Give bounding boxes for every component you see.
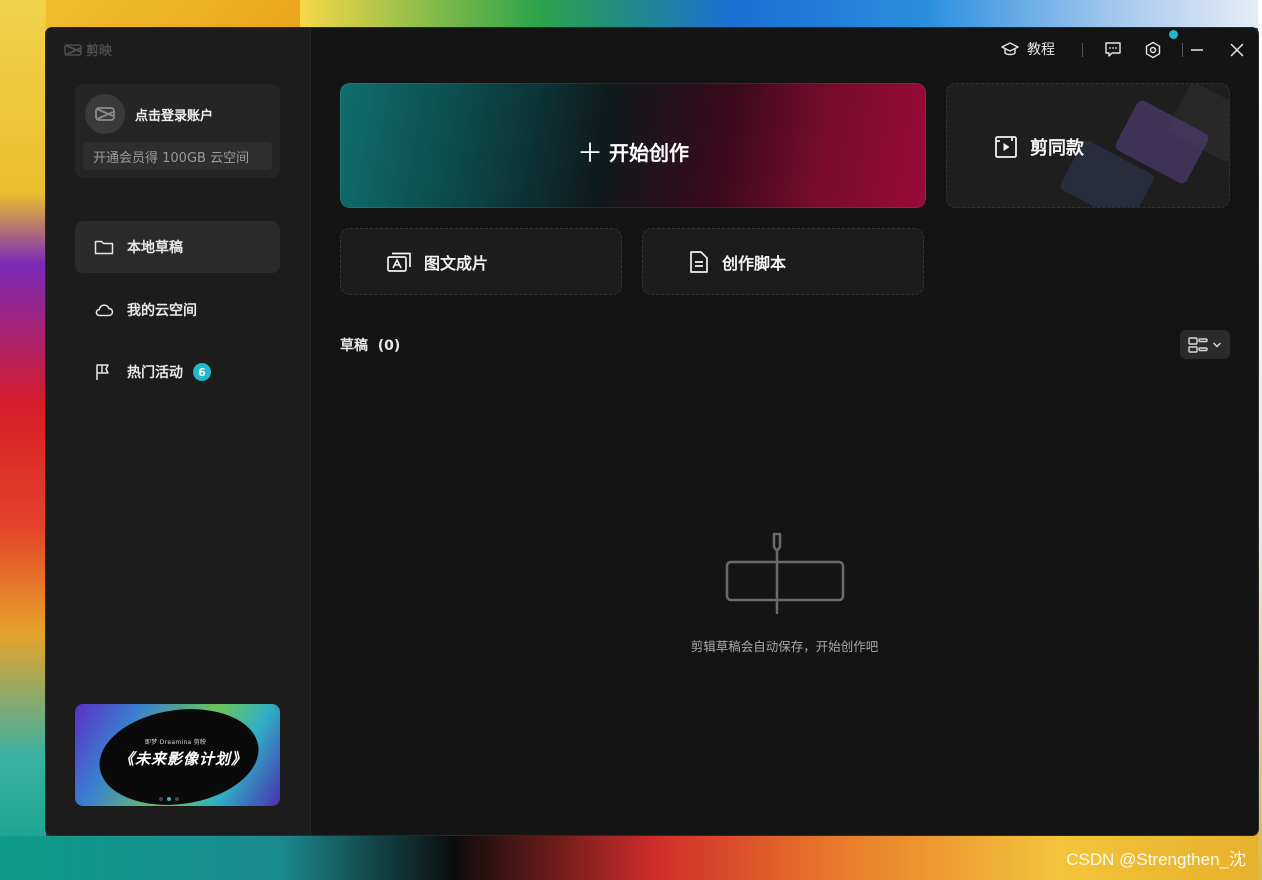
sidebar-item-label: 我的云空间 (127, 303, 197, 319)
creation-script-label: 创作脚本 (722, 253, 787, 273)
template-label: 剪同款 (994, 134, 1084, 160)
divider (1182, 43, 1183, 57)
promo-banner[interactable]: 即梦 Dreamina 剪映 《未来影像计划》 (75, 704, 280, 806)
flag-icon (96, 364, 109, 380)
empty-drafts-illustration (725, 532, 845, 614)
settings-button[interactable] (1143, 40, 1163, 60)
carousel-dots[interactable] (159, 797, 179, 801)
carousel-dot-active[interactable] (167, 797, 171, 801)
settings-icon (1145, 41, 1161, 59)
capcut-logo-icon (64, 43, 82, 56)
sidebar-item-local-drafts[interactable]: 本地草稿 (75, 221, 280, 273)
tutorial-button[interactable]: 教程 (1001, 39, 1055, 59)
desktop-wallpaper-left (0, 0, 46, 880)
feedback-icon (1105, 42, 1121, 57)
text-to-video-button[interactable]: 图文成片 (340, 228, 622, 295)
minimize-button[interactable] (1187, 40, 1207, 60)
feedback-button[interactable] (1103, 40, 1123, 60)
plus-icon: ＋ (576, 139, 603, 169)
login-link[interactable]: 点击登录账户 (135, 105, 213, 124)
divider (1082, 43, 1083, 57)
view-mode-dropdown[interactable] (1180, 330, 1230, 359)
app-logo: 剪映 (64, 40, 112, 59)
drafts-title: 草稿 (340, 338, 368, 354)
banner-brand: 即梦 Dreamina 剪映 (145, 739, 207, 746)
cloud-icon (95, 304, 114, 317)
creation-script-button[interactable]: 创作脚本 (642, 228, 924, 295)
sidebar-item-cloud-space[interactable]: 我的云空间 (75, 284, 280, 336)
capcut-avatar-icon (95, 107, 115, 121)
script-document-icon (690, 250, 708, 273)
mortarboard-icon (1001, 42, 1019, 56)
notification-dot (1169, 30, 1178, 39)
template-button[interactable]: 剪同款 (946, 83, 1230, 208)
sidebar-item-label: 热门活动 (127, 365, 183, 381)
close-icon (1230, 43, 1244, 57)
start-creating-button[interactable]: ＋开始创作 (340, 83, 926, 208)
tutorial-label: 教程 (1027, 42, 1055, 58)
sidebar-item-label: 本地草稿 (127, 240, 183, 256)
account-card[interactable]: 点击登录账户 开通会员得 100GB 云空间 (75, 84, 280, 178)
text-to-video-label: 图文成片 (424, 253, 489, 273)
grid-view-icon (1188, 336, 1208, 353)
text-to-video-icon (387, 252, 411, 272)
start-creating-label: ＋开始创作 (340, 133, 926, 170)
carousel-dot[interactable] (175, 797, 179, 801)
start-creating-text: 开始创作 (609, 141, 689, 165)
empty-drafts-message: 剪辑草稿会自动保存，开始创作吧 (690, 639, 879, 654)
drafts-count: (0) (377, 338, 401, 354)
drafts-header: 草稿 (0) (340, 335, 400, 355)
app-name: 剪映 (86, 44, 113, 59)
close-button[interactable] (1227, 40, 1247, 60)
folder-icon (94, 240, 114, 255)
chevron-down-icon (1212, 341, 1222, 348)
sidebar: 剪映 点击登录账户 开通会员得 100GB 云空间 本地草稿 我的云空间 热门活… (46, 28, 311, 835)
template-icon (995, 136, 1017, 158)
desktop-wallpaper-top (300, 0, 1262, 28)
template-text: 剪同款 (1030, 138, 1084, 159)
avatar[interactable] (85, 94, 125, 134)
title-bar: 教程 (311, 28, 1258, 70)
banner-title: 《未来影像计划》 (119, 750, 248, 768)
minimize-icon (1191, 49, 1203, 51)
watermark: CSDN @Strengthen_沈 (1066, 850, 1246, 869)
desktop-wallpaper-right (1258, 0, 1262, 880)
notification-badge: 6 (193, 363, 211, 381)
vip-promo-button[interactable]: 开通会员得 100GB 云空间 (83, 142, 272, 170)
app-window: 剪映 点击登录账户 开通会员得 100GB 云空间 本地草稿 我的云空间 热门活… (46, 28, 1258, 835)
carousel-dot[interactable] (159, 797, 163, 801)
sidebar-item-hot-events[interactable]: 热门活动 6 (75, 346, 280, 398)
